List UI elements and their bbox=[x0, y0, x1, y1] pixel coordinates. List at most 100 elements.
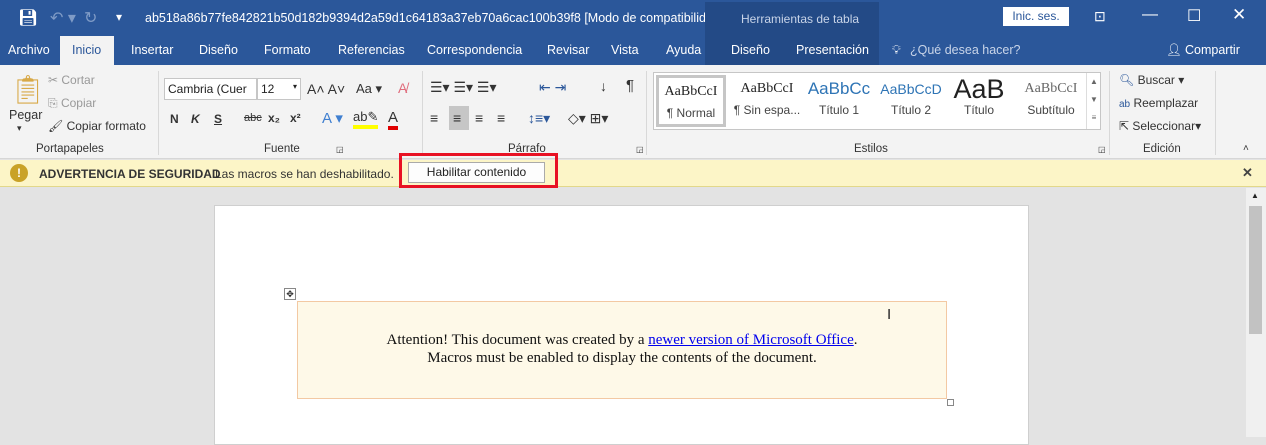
enable-content-button[interactable]: Habilitar contenido bbox=[408, 162, 545, 183]
style-preview: AaBbCcI bbox=[664, 84, 718, 99]
bold-button[interactable]: N bbox=[170, 112, 179, 126]
text-cursor-icon: I bbox=[887, 306, 892, 323]
tab-inicio[interactable]: Inicio bbox=[72, 43, 101, 57]
case-label: Aa bbox=[356, 81, 372, 96]
tab-referencias[interactable]: Referencias bbox=[338, 43, 405, 57]
indent-icon[interactable]: ⇤ ⇥ bbox=[539, 79, 566, 96]
font-name-select[interactable]: Cambria (Cuer bbox=[164, 78, 257, 100]
vertical-scrollbar[interactable]: ▲ bbox=[1246, 188, 1266, 437]
save-icon[interactable]: 💾︎ bbox=[18, 8, 38, 28]
scroll-thumb[interactable] bbox=[1249, 206, 1262, 334]
subscript-button[interactable]: x₂ bbox=[268, 111, 280, 125]
style-name: Subtítulo bbox=[1027, 103, 1075, 117]
grow-font-icon[interactable]: A˄ A˅ bbox=[307, 81, 345, 97]
strikethrough-button[interactable]: abc bbox=[244, 112, 262, 124]
ribbon-tabs: Archivo Inicio Insertar Diseño Formato R… bbox=[0, 36, 1266, 65]
close-icon[interactable]: ✕ bbox=[1232, 5, 1246, 25]
security-warning-bar: ! ADVERTENCIA DE SEGURIDAD Las macros se… bbox=[0, 153, 1266, 188]
paragraph-dialog-launcher[interactable]: ◲ bbox=[636, 145, 644, 154]
style-no-spacing[interactable]: AaBbCcI ¶ Sin espa... bbox=[728, 75, 806, 129]
paste-dropdown-icon[interactable]: ▾ bbox=[17, 123, 22, 134]
justify-icon[interactable]: ≡ bbox=[497, 110, 505, 126]
tab-diseno[interactable]: Diseño bbox=[199, 43, 238, 57]
clear-formatting-icon[interactable]: A̸ bbox=[398, 80, 407, 96]
style-normal[interactable]: AaBbCcI ¶ Normal bbox=[656, 75, 726, 127]
find-button[interactable]: 🔍︎ Buscar ▾ bbox=[1119, 73, 1184, 87]
table-resize-handle[interactable] bbox=[947, 399, 954, 406]
superscript-button[interactable]: x² bbox=[290, 111, 301, 125]
warning-message: Las macros se han deshabilitado. bbox=[215, 167, 394, 181]
collapse-ribbon-icon[interactable]: ˄ bbox=[1243, 143, 1249, 154]
ribbon: 📋︎ Pegar ▾ ✂ Cortar ⎘ Copiar 🖌︎ Copiar f… bbox=[0, 65, 1266, 159]
find-label: Buscar bbox=[1137, 73, 1175, 87]
copy-button[interactable]: ⎘ Copiar bbox=[48, 96, 96, 111]
sort-icon[interactable]: ↓ bbox=[600, 78, 607, 94]
share-button[interactable]: Compartir bbox=[1185, 43, 1240, 57]
align-left-icon[interactable]: ≡ bbox=[430, 110, 438, 126]
style-subtitle[interactable]: AaBbCcI Subtítulo bbox=[1012, 75, 1090, 129]
paste-button[interactable]: Pegar bbox=[9, 108, 42, 122]
style-name: Título 1 bbox=[818, 103, 860, 117]
tab-formato[interactable]: Formato bbox=[264, 43, 311, 57]
font-color-icon[interactable]: A bbox=[388, 109, 399, 130]
office-link[interactable]: newer version of Microsoft Office bbox=[648, 332, 854, 348]
table-move-handle-icon[interactable]: ✥ bbox=[284, 288, 296, 300]
group-label-font: Fuente bbox=[264, 143, 300, 155]
select-label: Seleccionar bbox=[1132, 119, 1196, 133]
style-name: ¶ Normal bbox=[666, 106, 716, 120]
undo-icon[interactable]: ↶ ▾ bbox=[50, 8, 76, 28]
line1-end: . bbox=[853, 332, 858, 348]
style-preview: AaBbCcI bbox=[1024, 81, 1078, 96]
document-table-cell[interactable]: Attention! This document was created by … bbox=[297, 301, 947, 399]
style-heading-1[interactable]: AaBbCc Título 1 bbox=[800, 75, 878, 129]
minimize-icon[interactable]: — bbox=[1142, 6, 1158, 24]
scroll-up-icon[interactable]: ▲ bbox=[1251, 191, 1259, 200]
text-effects-icon[interactable]: A ▾ bbox=[322, 109, 343, 127]
styles-scroll[interactable]: ▲ ▼ ≡ bbox=[1086, 73, 1101, 129]
cut-button[interactable]: ✂ Cortar bbox=[48, 73, 95, 87]
line1-text: Attention! This document was created by … bbox=[386, 332, 649, 348]
tab-revisar[interactable]: Revisar bbox=[547, 43, 589, 57]
sign-in-button[interactable]: Inic. ses. bbox=[1003, 7, 1069, 26]
group-label-clipboard: Portapapeles bbox=[36, 143, 104, 155]
share-icon[interactable]: 👤︎ bbox=[1166, 43, 1182, 58]
align-center-icon[interactable]: ≡ bbox=[453, 110, 461, 126]
underline-button[interactable]: S bbox=[214, 112, 222, 126]
font-dialog-launcher[interactable]: ◲ bbox=[336, 145, 344, 154]
italic-button[interactable]: K bbox=[191, 112, 200, 126]
select-button[interactable]: ⇱ Seleccionar▾ bbox=[1119, 119, 1201, 133]
font-size-select[interactable]: 12 ▾ bbox=[257, 78, 301, 100]
redo-icon[interactable]: ↻ bbox=[84, 8, 97, 28]
tab-ayuda[interactable]: Ayuda bbox=[666, 43, 701, 57]
ribbon-display-icon[interactable]: ⊡ bbox=[1094, 8, 1106, 25]
title-bar: 💾︎ ↶ ▾ ↻ ▾ ab518a86b77fe842821b50d182b93… bbox=[0, 0, 1266, 36]
tab-correspondencia[interactable]: Correspondencia bbox=[427, 43, 522, 57]
tab-insertar[interactable]: Insertar bbox=[131, 43, 173, 57]
tab-presentacion[interactable]: Presentación bbox=[796, 43, 869, 57]
line-spacing-icon[interactable]: ↕≡▾ bbox=[528, 110, 550, 127]
maximize-icon[interactable]: ☐ bbox=[1187, 6, 1201, 26]
style-heading-2[interactable]: AaBbCcD Título 2 bbox=[872, 75, 950, 129]
tell-me-input[interactable]: ¿Qué desea hacer? bbox=[910, 43, 1021, 57]
styles-dialog-launcher[interactable]: ◲ bbox=[1098, 145, 1106, 154]
close-warning-icon[interactable]: ✕ bbox=[1242, 165, 1253, 181]
document-line-1: Attention! This document was created by … bbox=[298, 332, 946, 349]
format-painter-button[interactable]: 🖌︎ Copiar formato bbox=[48, 119, 146, 133]
customize-toolbar-icon[interactable]: ▾ bbox=[116, 10, 122, 24]
tab-archivo[interactable]: Archivo bbox=[8, 43, 50, 57]
highlight-icon[interactable]: ab✎ bbox=[353, 109, 379, 129]
warning-title: ADVERTENCIA DE SEGURIDAD bbox=[39, 167, 221, 181]
show-marks-icon[interactable]: ¶ bbox=[626, 77, 634, 94]
change-case-button[interactable]: Aa ▾ bbox=[356, 81, 382, 97]
paste-icon[interactable]: 📋︎ bbox=[10, 73, 46, 106]
tab-table-diseno[interactable]: Diseño bbox=[731, 43, 770, 57]
bullets-icon[interactable]: ☰▾ ☰▾ ☰▾ bbox=[430, 79, 497, 96]
style-name: Título bbox=[963, 103, 994, 117]
group-label-styles: Estilos bbox=[854, 143, 888, 155]
align-right-icon[interactable]: ≡ bbox=[475, 110, 483, 126]
tab-vista[interactable]: Vista bbox=[611, 43, 639, 57]
shading-icon[interactable]: ◇▾ ⊞▾ bbox=[568, 110, 608, 127]
replace-button[interactable]: ab Reemplazar bbox=[1119, 96, 1198, 110]
replace-label: Reemplazar bbox=[1133, 96, 1199, 110]
style-title[interactable]: AaB Título bbox=[940, 75, 1018, 129]
